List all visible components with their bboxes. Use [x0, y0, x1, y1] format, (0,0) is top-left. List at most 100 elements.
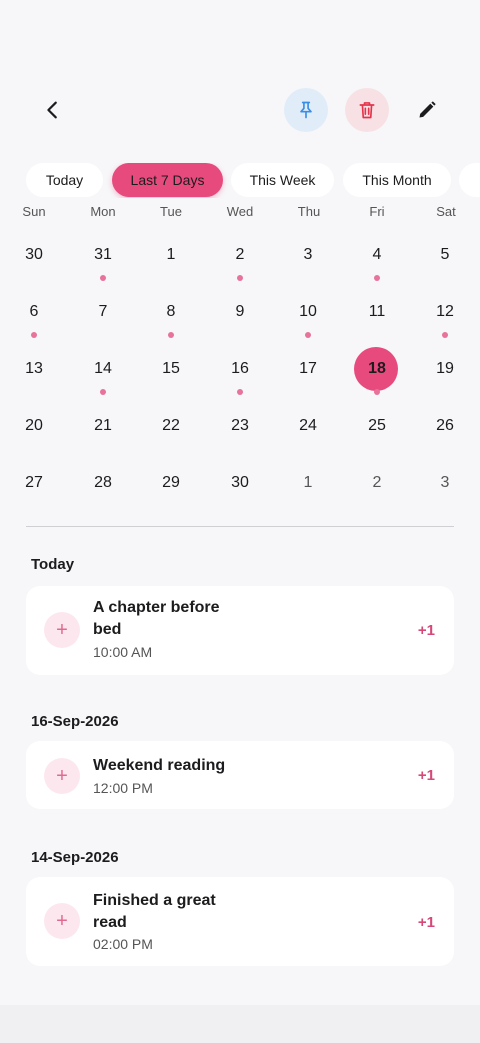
plus-icon[interactable]: +: [44, 612, 80, 648]
calendar-day[interactable]: 31: [79, 244, 127, 288]
calendar-day-selected[interactable]: 18: [353, 347, 401, 402]
calendar-day-number: 24: [299, 417, 317, 434]
entry-count: +1: [417, 767, 435, 784]
calendar-day[interactable]: 10: [284, 301, 332, 345]
filter-chip-last-7-days[interactable]: Last 7 Days: [112, 163, 223, 197]
calendar-day[interactable]: 8: [147, 301, 195, 345]
pin-icon: [300, 101, 312, 119]
calendar-day-number: 6: [29, 303, 39, 320]
calendar-day-number: 11: [368, 303, 386, 320]
bottom-strip: [0, 1005, 480, 1043]
calendar-day-number: 28: [94, 474, 112, 491]
chevron-left-icon: [47, 101, 57, 119]
calendar-day[interactable]: 15: [147, 358, 195, 402]
entry-time: 02:00 PM: [93, 936, 153, 952]
calendar-day[interactable]: 2: [216, 244, 264, 288]
calendar-day-number: 17: [299, 360, 317, 377]
calendar-day[interactable]: 1: [147, 244, 195, 288]
calendar-week-row: 13 14 15 16 17 18 19: [0, 347, 480, 408]
calendar-day[interactable]: 27: [10, 472, 58, 516]
calendar-day[interactable]: 25: [353, 415, 401, 459]
entry-count: +1: [417, 622, 435, 639]
calendar-day[interactable]: 12: [421, 301, 469, 345]
calendar-day[interactable]: 17: [284, 358, 332, 402]
calendar-day[interactable]: 7: [79, 301, 127, 345]
entry-group-title: Today: [31, 556, 75, 573]
calendar-day[interactable]: 3: [284, 244, 332, 288]
weekday-label: Thu: [297, 204, 321, 219]
filter-chip-this-month[interactable]: This Month: [343, 163, 451, 197]
calendar-day-number: 31: [94, 246, 112, 263]
calendar-day-number: 21: [94, 417, 112, 434]
calendar-day[interactable]: 19: [421, 358, 469, 402]
calendar-day[interactable]: 20: [10, 415, 58, 459]
filter-chip-today[interactable]: Today: [26, 163, 103, 197]
entry-title: A chapter before bed: [93, 599, 220, 638]
weekday-label: Wed: [226, 204, 254, 219]
calendar-day-number: 26: [436, 417, 454, 434]
entry-group-title: 16-Sep-2026: [31, 713, 119, 730]
calendar-day-number: 30: [231, 474, 249, 491]
calendar-day[interactable]: 30: [216, 472, 264, 516]
calendar-day[interactable]: 14: [79, 358, 127, 402]
activity-dot: [305, 332, 311, 338]
filter-chip-this-week[interactable]: This Week: [231, 163, 334, 197]
weekday-label: Fri: [369, 204, 385, 219]
calendar-day[interactable]: 9: [216, 301, 264, 345]
top-toolbar: [0, 88, 480, 134]
weekday-label: Sun: [22, 204, 46, 219]
plus-icon[interactable]: +: [44, 758, 80, 794]
calendar-day-number: 8: [166, 303, 176, 320]
calendar-day[interactable]: 1: [284, 472, 332, 516]
app-screen: Today Last 7 Days This Week This Month S…: [0, 0, 480, 1005]
calendar-week-row: 30 31 1 2 3 4 5: [0, 244, 480, 294]
weekday-label: Tue: [160, 204, 182, 219]
back-button[interactable]: [31, 88, 75, 132]
calendar-day[interactable]: 26: [421, 415, 469, 459]
calendar-day-number: 23: [231, 417, 249, 434]
pin-button[interactable]: [284, 88, 328, 132]
entry-card[interactable]: + Weekend reading 12:00 PM +1: [26, 741, 454, 809]
pencil-icon: [419, 101, 436, 118]
calendar-day[interactable]: 21: [79, 415, 127, 459]
calendar-day-number: 20: [25, 417, 43, 434]
calendar-day[interactable]: 2: [353, 472, 401, 516]
calendar-day-number: 29: [162, 474, 180, 491]
calendar-day-number: 16: [231, 360, 249, 377]
calendar-day[interactable]: 22: [147, 415, 195, 459]
delete-button[interactable]: [345, 88, 389, 132]
calendar-day[interactable]: 16: [216, 358, 264, 402]
entry-card[interactable]: + A chapter before bed 10:00 AM +1: [26, 586, 454, 675]
calendar-day-number: 2: [235, 246, 245, 263]
calendar-day[interactable]: 11: [353, 301, 401, 345]
calendar-day-number: 13: [25, 360, 43, 377]
calendar-day-number: 14: [94, 360, 112, 377]
activity-dot: [374, 389, 380, 395]
calendar-day[interactable]: 23: [216, 415, 264, 459]
calendar-week-row: 6 7 8 9 10 11 12: [0, 301, 480, 351]
calendar-day[interactable]: 29: [147, 472, 195, 516]
weekday-label: Sat: [436, 204, 456, 219]
edit-button[interactable]: [405, 88, 449, 132]
calendar-day[interactable]: 6: [10, 301, 58, 345]
activity-dot: [237, 275, 243, 281]
filter-chip-more[interactable]: [459, 163, 480, 197]
calendar-day[interactable]: 13: [10, 358, 58, 402]
calendar-day-number: 12: [436, 303, 454, 320]
calendar-day[interactable]: 3: [421, 472, 469, 516]
calendar-day[interactable]: 4: [353, 244, 401, 288]
entry-card[interactable]: + Finished a great read 02:00 PM +1: [26, 877, 454, 966]
activity-dot: [237, 389, 243, 395]
entry-title: Weekend reading: [93, 757, 226, 774]
calendar-day[interactable]: 24: [284, 415, 332, 459]
calendar-day-number: 4: [372, 246, 382, 263]
plus-icon[interactable]: +: [44, 903, 80, 939]
entry-group-title: 14-Sep-2026: [31, 849, 119, 866]
calendar-day[interactable]: 28: [79, 472, 127, 516]
entry-count: +1: [417, 914, 435, 931]
calendar-week-row: 27 28 29 30 1 2 3: [0, 472, 480, 522]
activity-dot: [374, 275, 380, 281]
calendar-day[interactable]: 5: [421, 244, 469, 288]
calendar-day[interactable]: 30: [10, 244, 58, 288]
divider: [26, 526, 454, 527]
